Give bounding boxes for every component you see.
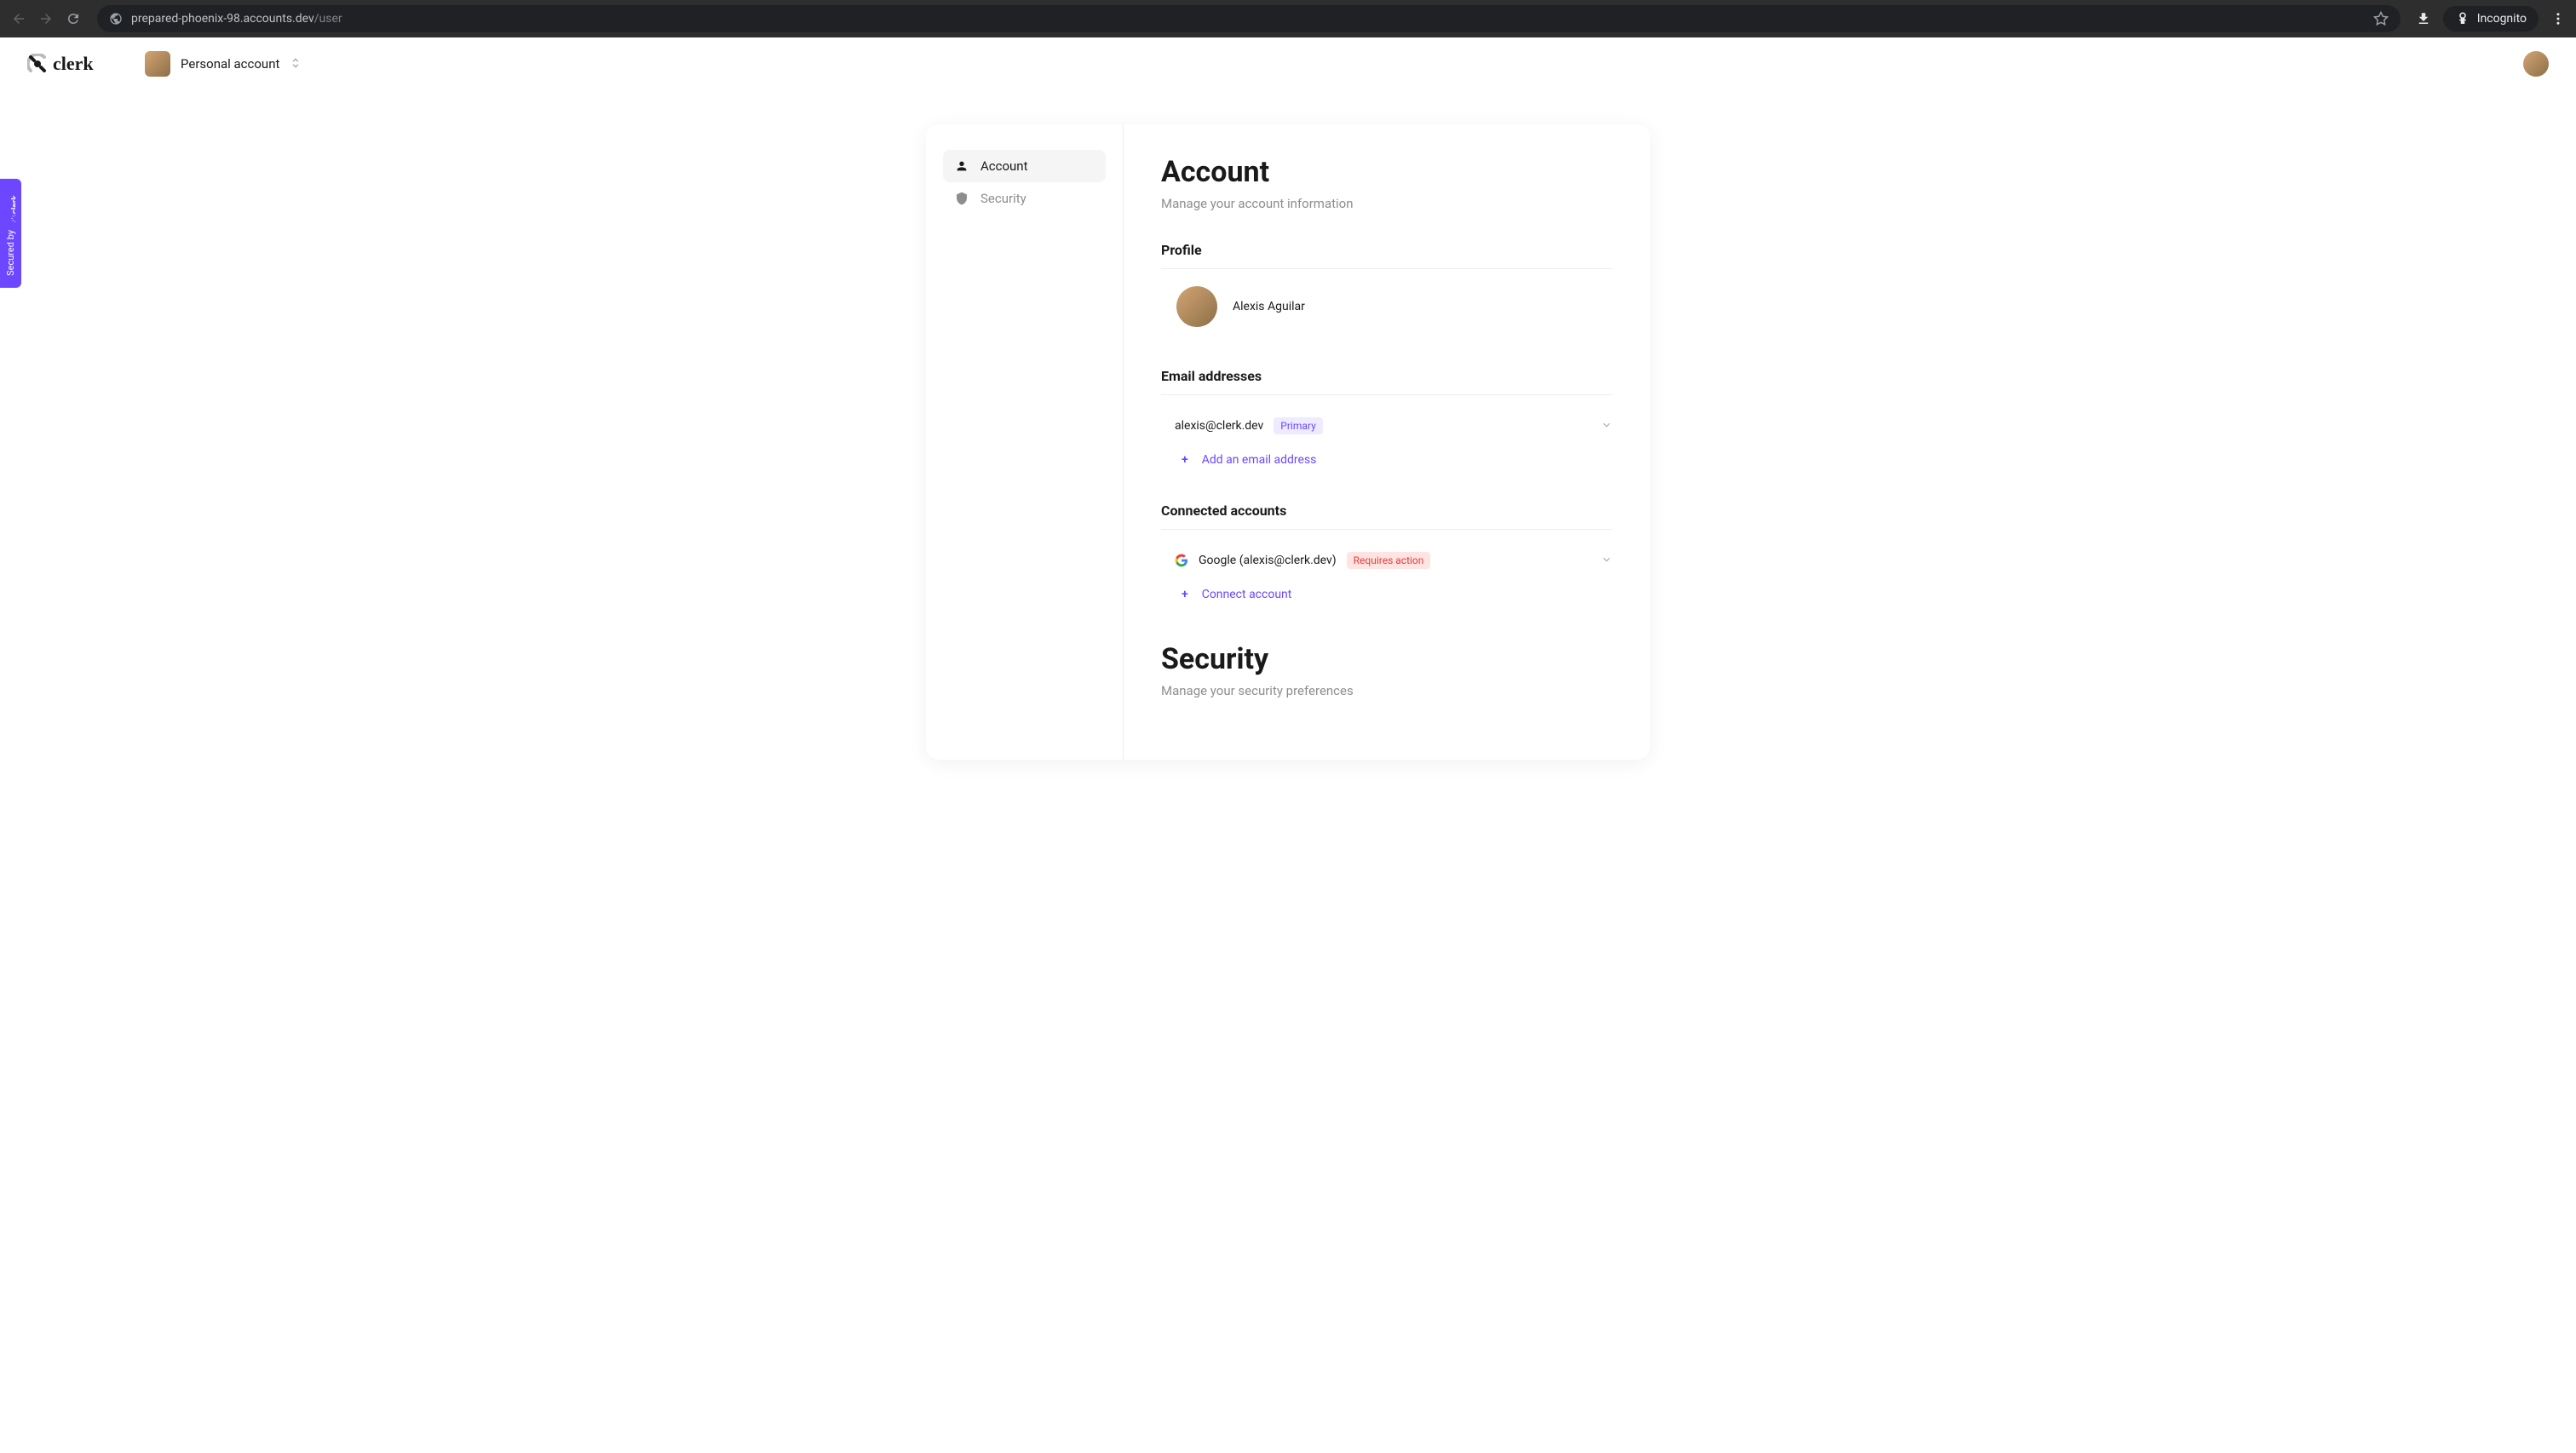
clerk-logo-icon — [27, 54, 48, 74]
profile-subsection: Profile Alexis Aguilar — [1161, 242, 1613, 327]
settings-card: Account Security Account Manage your acc… — [926, 124, 1650, 760]
browser-chrome: prepared-phoenix-98.accounts.dev/user In… — [0, 0, 2576, 37]
bookmark-icon[interactable] — [2373, 11, 2389, 26]
account-title: Account — [1161, 155, 1613, 189]
sidebar-item-label: Account — [980, 158, 1028, 174]
profile-avatar — [1176, 286, 1217, 327]
url-text: prepared-phoenix-98.accounts.dev/user — [131, 12, 2365, 26]
security-title: Security — [1161, 642, 1613, 676]
email-section-title: Email addresses — [1161, 368, 1613, 395]
main-container: Account Security Account Manage your acc… — [0, 90, 2576, 760]
connect-account-label: Connect account — [1202, 588, 1292, 601]
svg-text:clerk: clerk — [53, 54, 94, 74]
connected-section-title: Connected accounts — [1161, 503, 1613, 530]
account-name: Personal account — [181, 56, 279, 72]
url-bar[interactable]: prepared-phoenix-98.accounts.dev/user — [97, 5, 2401, 32]
nav-controls — [10, 10, 82, 27]
secured-by-clerk-tab[interactable]: Secured by ҉ clerk — [0, 179, 21, 288]
google-icon — [1175, 554, 1188, 567]
clerk-logo[interactable]: clerk — [27, 54, 119, 74]
incognito-badge[interactable]: Incognito — [2443, 6, 2539, 32]
plus-icon: + — [1182, 453, 1188, 467]
reload-button[interactable] — [65, 10, 82, 27]
connected-provider: Google (alexis@clerk.dev) — [1199, 554, 1337, 567]
email-address: alexis@clerk.dev — [1175, 419, 1263, 433]
add-email-label: Add an email address — [1202, 453, 1317, 467]
connected-subsection: Connected accounts Google (alexis@clerk.… — [1161, 503, 1613, 601]
account-avatar — [145, 51, 170, 77]
account-left: Google (alexis@clerk.dev) Requires actio… — [1175, 552, 1430, 569]
incognito-icon — [2455, 11, 2470, 26]
email-subsection: Email addresses alexis@clerk.dev Primary… — [1161, 368, 1613, 467]
primary-badge: Primary — [1274, 417, 1322, 434]
account-selector[interactable]: Personal account — [145, 51, 302, 77]
svg-text:҉ clerk: ҉ clerk — [11, 195, 16, 223]
profile-row[interactable]: Alexis Aguilar — [1161, 286, 1613, 327]
add-email-link[interactable]: + Add an email address — [1161, 453, 1613, 467]
clerk-wordmark: clerk — [53, 54, 119, 74]
plus-icon: + — [1182, 588, 1188, 601]
downloads-icon[interactable] — [2416, 11, 2431, 26]
sidebar-item-security[interactable]: Security — [943, 182, 1106, 215]
sidebar: Account Security — [926, 124, 1124, 760]
site-settings-icon[interactable] — [109, 12, 123, 26]
security-subtitle: Manage your security preferences — [1161, 683, 1613, 698]
user-icon — [955, 159, 969, 173]
sidebar-item-account[interactable]: Account — [943, 150, 1106, 182]
sidebar-item-label: Security — [980, 191, 1026, 206]
header-left: clerk Personal account — [27, 51, 302, 77]
shield-icon — [955, 192, 969, 205]
forward-button[interactable] — [37, 10, 55, 27]
user-avatar[interactable] — [2523, 51, 2549, 77]
account-subtitle: Manage your account information — [1161, 196, 1613, 211]
clerk-tab-icon: ҉ clerk — [6, 191, 16, 225]
incognito-label: Incognito — [2477, 12, 2527, 26]
connect-account-link[interactable]: + Connect account — [1161, 588, 1613, 601]
email-left: alexis@clerk.dev Primary — [1175, 417, 1323, 434]
profile-name: Alexis Aguilar — [1233, 300, 1305, 313]
chevron-updown-icon — [290, 56, 302, 72]
back-button[interactable] — [10, 10, 27, 27]
browser-menu-icon[interactable] — [2550, 11, 2566, 26]
requires-action-badge: Requires action — [1347, 552, 1431, 569]
browser-right: Incognito — [2416, 6, 2566, 32]
connected-account-row[interactable]: Google (alexis@clerk.dev) Requires actio… — [1161, 547, 1613, 574]
email-row[interactable]: alexis@clerk.dev Primary — [1161, 412, 1613, 439]
app-header: clerk Personal account — [0, 37, 2576, 90]
profile-section-title: Profile — [1161, 242, 1613, 269]
secured-label: Secured by — [5, 230, 16, 276]
chevron-down-icon[interactable] — [1601, 553, 1613, 569]
content: Account Manage your account information … — [1124, 124, 1650, 760]
chevron-down-icon[interactable] — [1601, 418, 1613, 434]
